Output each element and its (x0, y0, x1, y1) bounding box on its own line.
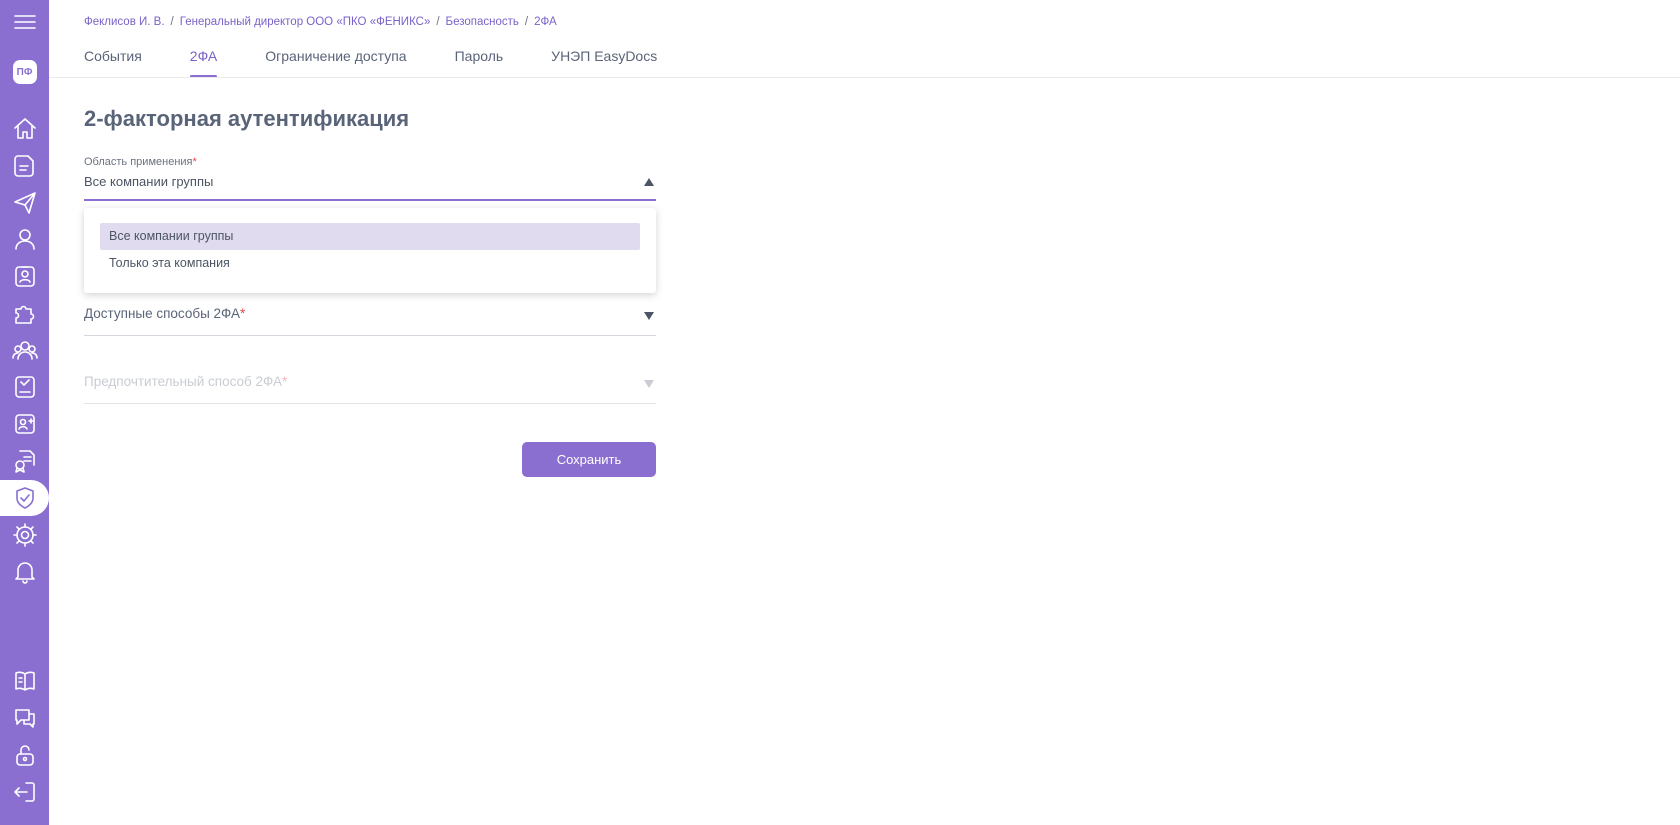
home-icon[interactable] (0, 111, 49, 147)
tab-password[interactable]: Пароль (455, 48, 504, 78)
scope-label: Область применения* (84, 156, 197, 168)
scope-select[interactable]: Область применения* Все компании группы (84, 156, 656, 201)
document-icon[interactable] (0, 148, 49, 184)
tabs-divider (49, 77, 1680, 78)
team-icon[interactable] (0, 332, 49, 368)
save-button[interactable]: Сохранить (522, 442, 656, 477)
methods-label: Доступные способы 2ФА* (84, 306, 246, 321)
guide-book-icon[interactable] (0, 663, 49, 699)
chat-support-icon[interactable] (0, 700, 49, 736)
breadcrumb: Феклисов И. В. / Генеральный директор ОО… (84, 16, 557, 28)
sidebar: ПФ (0, 0, 49, 825)
badge-icon[interactable] (0, 258, 49, 294)
caret-down-icon (644, 380, 654, 388)
breadcrumb-current: 2ФА (534, 16, 557, 28)
tab-events[interactable]: События (84, 48, 142, 78)
menu-icon[interactable] (0, 4, 49, 40)
puzzle-icon[interactable] (0, 295, 49, 331)
tab-2fa[interactable]: 2ФА (189, 48, 218, 78)
option-all-group-companies[interactable]: Все компании группы (100, 223, 640, 250)
contact-add-icon[interactable] (0, 406, 49, 442)
avatar-initials: ПФ (12, 60, 37, 84)
gear-icon[interactable] (0, 517, 49, 553)
breadcrumb-security[interactable]: Безопасность (446, 16, 519, 28)
breadcrumb-separator: / (524, 16, 529, 28)
avatar[interactable]: ПФ (0, 54, 49, 90)
unlock-icon[interactable] (0, 737, 49, 773)
methods-select[interactable]: Доступные способы 2ФА* (84, 306, 656, 336)
breadcrumb-separator: / (170, 16, 174, 28)
certificate-icon[interactable] (0, 443, 49, 479)
breadcrumb-separator: / (436, 16, 440, 28)
preferred-method-select: Предпочтительный способ 2ФА* (84, 374, 656, 404)
tab-access-restriction[interactable]: Ограничение доступа (265, 48, 406, 78)
send-icon[interactable] (0, 185, 49, 221)
logout-icon[interactable] (0, 774, 49, 810)
caret-up-icon[interactable] (644, 178, 654, 186)
page-title: 2-факторная аутентификация (84, 106, 410, 131)
tabs: События 2ФА Ограничение доступа Пароль У… (84, 48, 705, 78)
breadcrumb-position[interactable]: Генеральный директор ООО «ПКО «ФЕНИКС» (180, 16, 431, 28)
option-this-company-only[interactable]: Только эта компания (100, 250, 640, 277)
scope-dropdown: Все компании группы Только эта компания (84, 208, 656, 293)
shield-check-icon[interactable] (0, 480, 49, 516)
preferred-method-label: Предпочтительный способ 2ФА* (84, 374, 288, 389)
scope-value: Все компании группы (84, 174, 214, 189)
caret-down-icon[interactable] (644, 312, 654, 320)
user-icon[interactable] (0, 221, 49, 257)
breadcrumb-user[interactable]: Феклисов И. В. (84, 16, 165, 28)
tab-unep-easydocs[interactable]: УНЭП EasyDocs (551, 48, 657, 78)
book-icon[interactable] (0, 369, 49, 405)
bell-icon[interactable] (0, 554, 49, 590)
